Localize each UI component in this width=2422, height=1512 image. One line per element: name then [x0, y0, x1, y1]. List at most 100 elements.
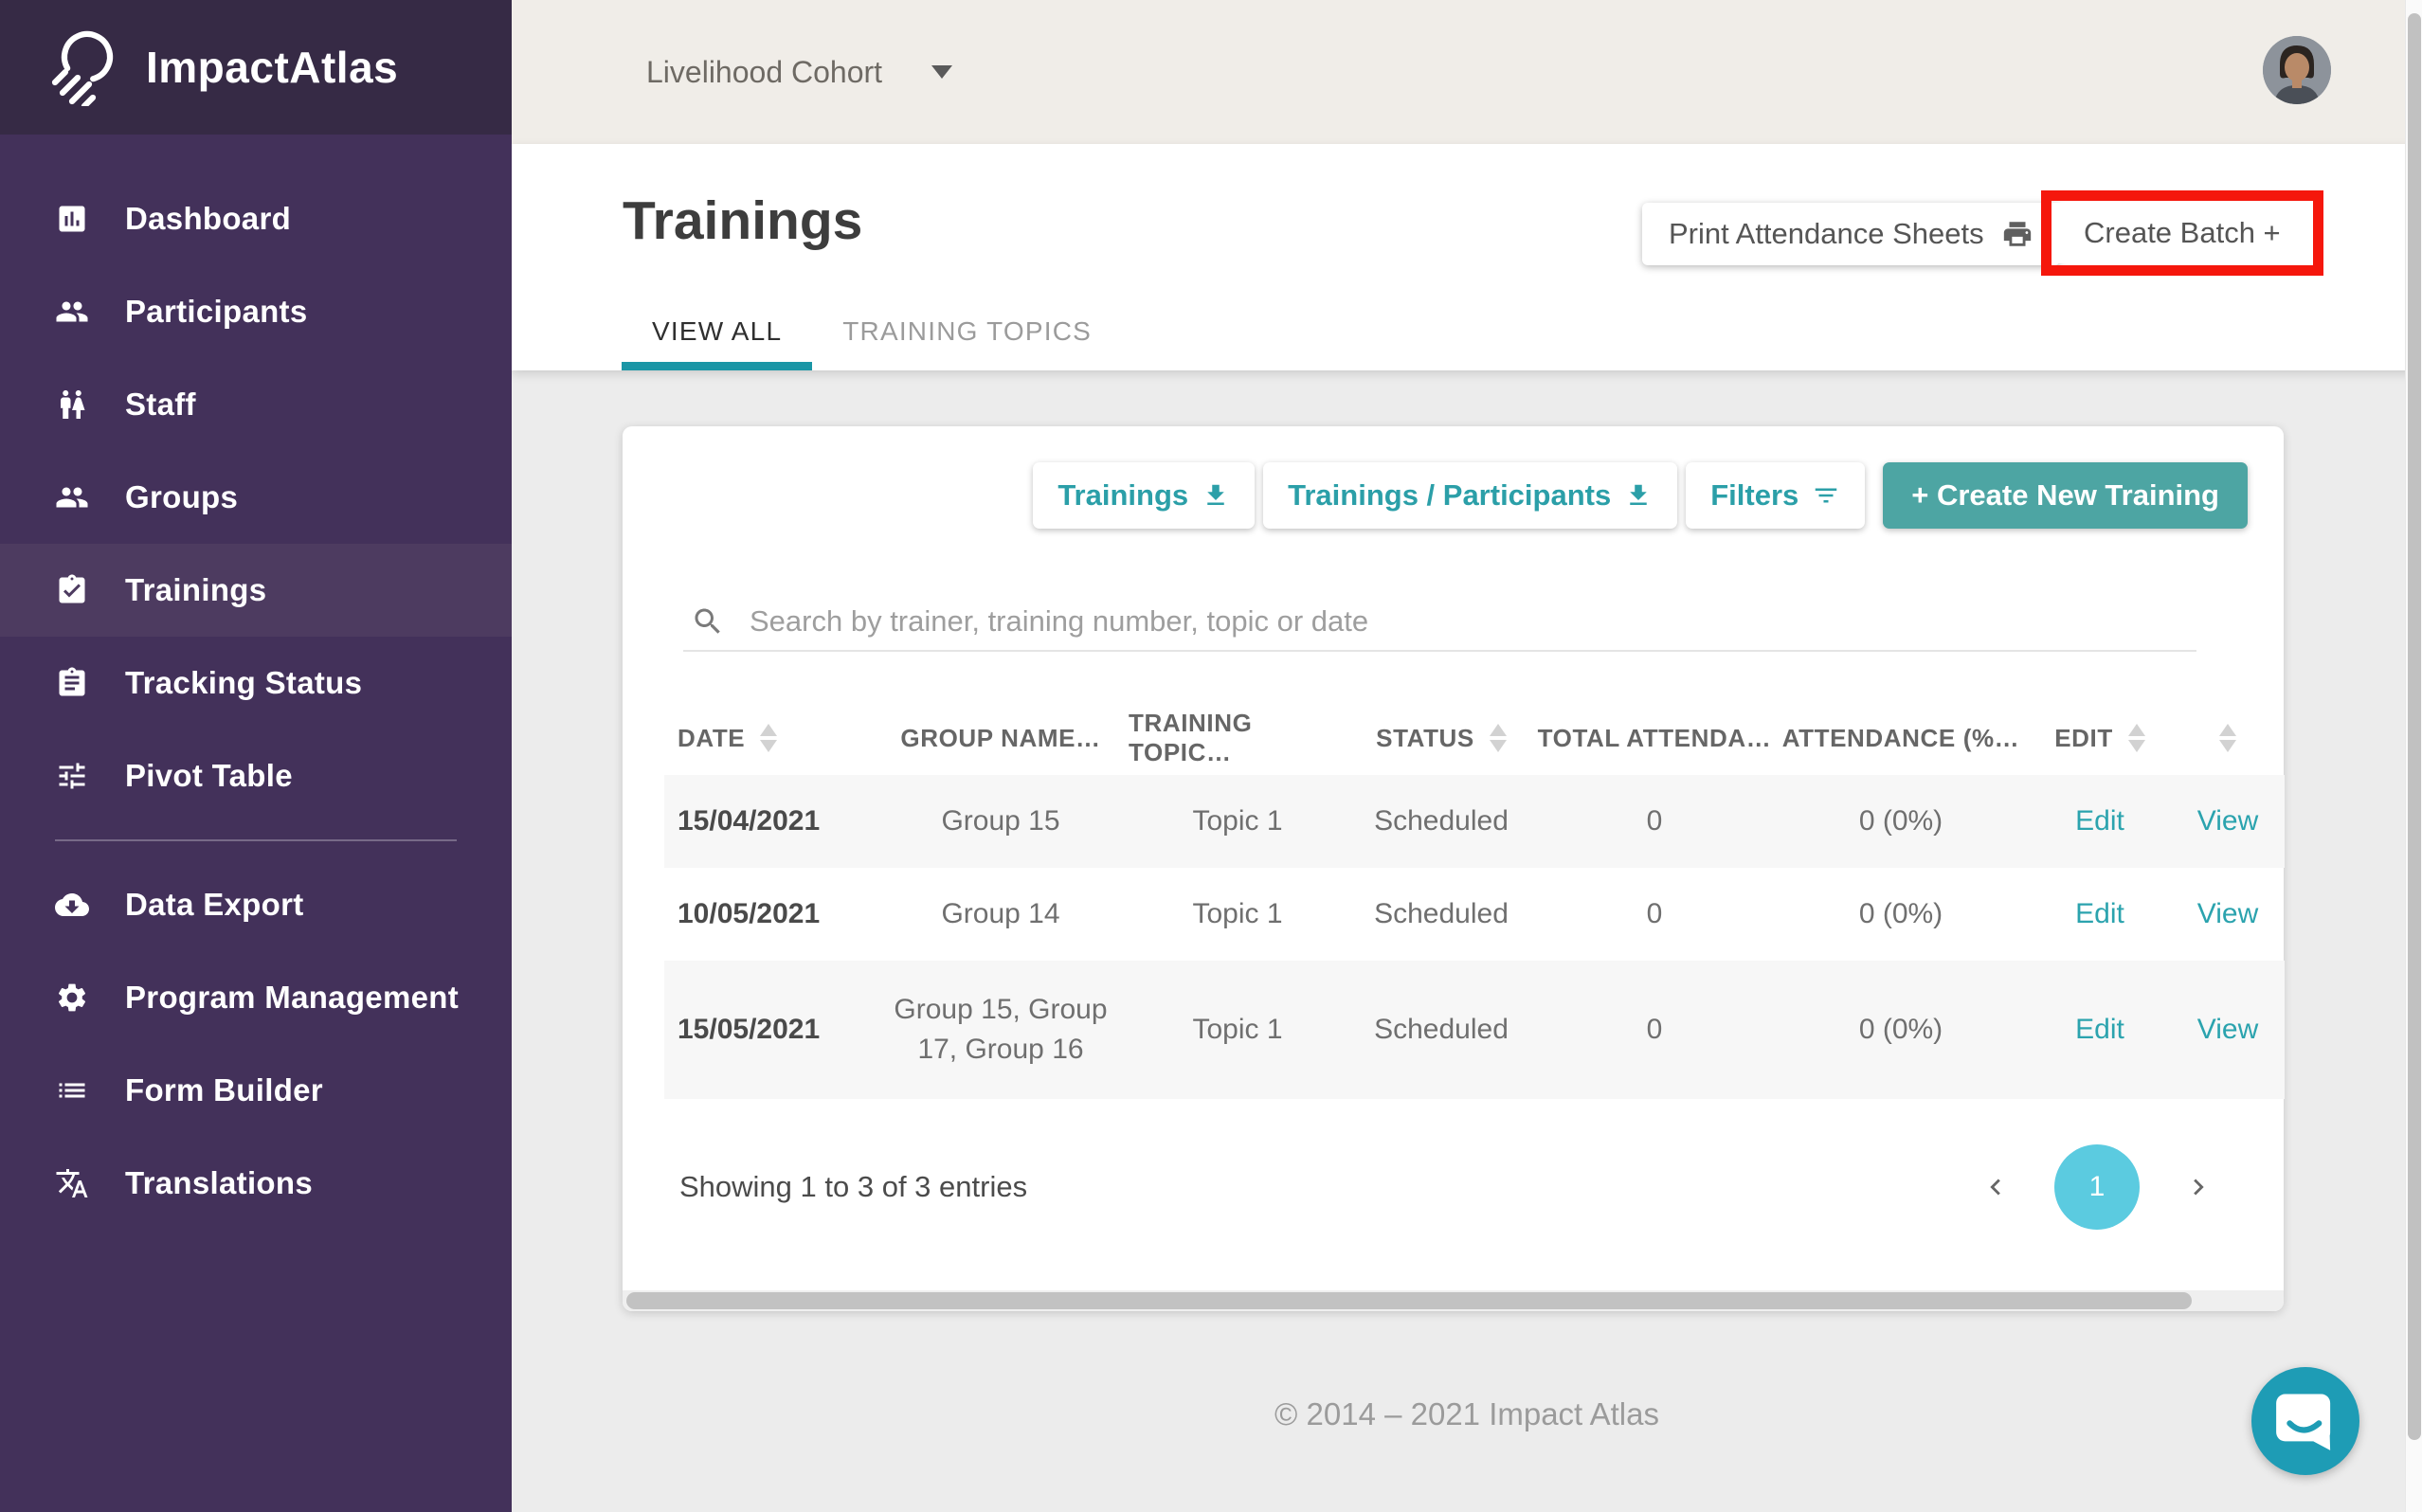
edit-link[interactable]: Edit [2075, 894, 2124, 934]
sidebar-item-tracking-status[interactable]: Tracking Status [0, 637, 512, 729]
cell-total-attendance: 0 [1536, 997, 1773, 1063]
translate-icon [55, 1166, 89, 1200]
current-page-button[interactable]: 1 [2054, 1144, 2140, 1230]
sidebar-item-label: Pivot Table [125, 758, 293, 794]
people-icon [55, 480, 89, 514]
table-row: 10/05/2021 Group 14 Topic 1 Scheduled 0 … [664, 868, 2285, 961]
sort-icon[interactable] [760, 724, 777, 752]
edit-link[interactable]: Edit [2075, 1010, 2124, 1050]
filters-button[interactable]: Filters [1686, 462, 1865, 529]
tab-training-topics[interactable]: TRAINING TOPICS [812, 300, 1122, 370]
search-bar [683, 593, 2196, 652]
filter-icon [1812, 481, 1840, 510]
app-title: ImpactAtlas [146, 42, 398, 93]
cell-status: Scheduled [1347, 788, 1536, 855]
sidebar-item-label: Staff [125, 387, 196, 423]
export-trainings-participants-button[interactable]: Trainings / Participants [1263, 462, 1677, 529]
people-icon [55, 295, 89, 329]
page-title: Trainings [623, 189, 862, 252]
edit-link[interactable]: Edit [2075, 801, 2124, 841]
sidebar-item-trainings[interactable]: Trainings [0, 544, 512, 637]
cohort-selector[interactable]: Livelihood Cohort [646, 0, 952, 144]
list-icon [55, 1073, 89, 1107]
cell-total-attendance: 0 [1536, 881, 1773, 947]
sort-icon[interactable] [1490, 724, 1507, 752]
sidebar-item-form-builder[interactable]: Form Builder [0, 1044, 512, 1137]
sidebar-item-participants[interactable]: Participants [0, 265, 512, 358]
cell-group-name: Group 14 [873, 881, 1129, 947]
cell-status: Scheduled [1347, 997, 1536, 1063]
tab-bar: VIEW ALL TRAINING TOPICS [622, 300, 1122, 370]
cell-attendance-pct: 0 (0%) [1773, 881, 2029, 947]
cell-group-name: Group 15 [873, 788, 1129, 855]
next-page-button[interactable] [2179, 1168, 2217, 1206]
search-input[interactable] [750, 604, 2196, 639]
copyright-text: © 2014 – 2021 Impact Atlas [512, 1396, 2422, 1432]
sort-icon[interactable] [2128, 724, 2145, 752]
sidebar-item-label: Dashboard [125, 201, 291, 237]
download-icon [1202, 481, 1230, 510]
user-avatar[interactable] [2263, 36, 2331, 104]
bar-chart-icon [55, 202, 89, 236]
trainings-card: Trainings Trainings / Participants Filte… [623, 426, 2284, 1311]
cell-total-attendance: 0 [1536, 788, 1773, 855]
create-batch-label: Create Batch + [2084, 216, 2281, 250]
sidebar-item-label: Participants [125, 294, 308, 330]
sidebar-item-groups[interactable]: Groups [0, 451, 512, 544]
column-header-view [2171, 724, 2285, 752]
table-row: 15/04/2021 Group 15 Topic 1 Scheduled 0 … [664, 775, 2285, 868]
sidebar-item-program-management[interactable]: Program Management [0, 951, 512, 1044]
chat-bubble-icon [2251, 1367, 2359, 1475]
main-content: Trainings Trainings / Participants Filte… [512, 370, 2422, 1512]
create-batch-button[interactable]: Create Batch + [2053, 203, 2311, 263]
page-header: Trainings Print Attendance Sheets Create… [512, 144, 2422, 370]
clipboard-check-icon [55, 573, 89, 607]
topbar: Livelihood Cohort [512, 0, 2422, 144]
cell-date: 15/04/2021 [664, 788, 873, 855]
export-trainings-button[interactable]: Trainings [1033, 462, 1255, 529]
cohort-selected-value: Livelihood Cohort [646, 55, 882, 90]
cell-training-topic: Topic 1 [1129, 881, 1347, 947]
filters-label: Filters [1710, 478, 1798, 513]
trainings-table: DATE GROUP NAME… TRAINING TOPIC… STATUS … [664, 701, 2285, 1099]
app-logo[interactable]: ImpactAtlas [0, 0, 512, 135]
create-new-training-label: + Create New Training [1911, 478, 2219, 513]
chevron-left-icon [1979, 1171, 2012, 1203]
tab-view-all[interactable]: VIEW ALL [622, 300, 812, 370]
download-icon [1624, 481, 1653, 510]
table-header-row: DATE GROUP NAME… TRAINING TOPIC… STATUS … [664, 701, 2285, 775]
horizontal-scrollbar-track[interactable] [623, 1290, 2284, 1311]
horizontal-scrollbar-thumb[interactable] [626, 1292, 2192, 1309]
create-new-training-button[interactable]: + Create New Training [1883, 462, 2248, 529]
column-header-edit: EDIT [2029, 724, 2171, 753]
cell-attendance-pct: 0 (0%) [1773, 997, 2029, 1063]
vertical-scrollbar-track[interactable] [2405, 0, 2422, 1512]
sidebar-nav: Dashboard Participants Staff Groups Trai… [0, 135, 512, 1230]
cell-attendance-pct: 0 (0%) [1773, 788, 2029, 855]
sidebar-item-pivot-table[interactable]: Pivot Table [0, 729, 512, 822]
sidebar-item-label: Tracking Status [125, 665, 362, 701]
column-header-total-attendance: TOTAL ATTENDA… [1536, 724, 1773, 753]
chat-launcher-button[interactable] [2251, 1367, 2359, 1475]
print-attendance-sheets-button[interactable]: Print Attendance Sheets [1642, 203, 2060, 265]
view-link[interactable]: View [2197, 1010, 2258, 1050]
search-icon [691, 604, 725, 639]
sidebar-item-label: Form Builder [125, 1072, 323, 1108]
sidebar-item-dashboard[interactable]: Dashboard [0, 172, 512, 265]
sort-icon[interactable] [2219, 724, 2236, 752]
pagination: Showing 1 to 3 of 3 entries 1 [679, 1144, 2217, 1230]
cell-training-topic: Topic 1 [1129, 788, 1347, 855]
view-link[interactable]: View [2197, 894, 2258, 934]
view-link[interactable]: View [2197, 801, 2258, 841]
pagination-controls: 1 [1977, 1144, 2217, 1230]
previous-page-button[interactable] [1977, 1168, 2015, 1206]
vertical-scrollbar-thumb[interactable] [2408, 13, 2421, 1440]
cell-date: 10/05/2021 [664, 881, 873, 947]
sidebar-item-staff[interactable]: Staff [0, 358, 512, 451]
sidebar-item-label: Program Management [125, 980, 459, 1016]
tab-label: TRAINING TOPICS [842, 316, 1092, 347]
table-row: 15/05/2021 Group 15, Group 17, Group 16 … [664, 961, 2285, 1099]
sidebar-item-data-export[interactable]: Data Export [0, 858, 512, 951]
sidebar-item-translations[interactable]: Translations [0, 1137, 512, 1230]
export-trainings-label: Trainings [1057, 478, 1188, 513]
